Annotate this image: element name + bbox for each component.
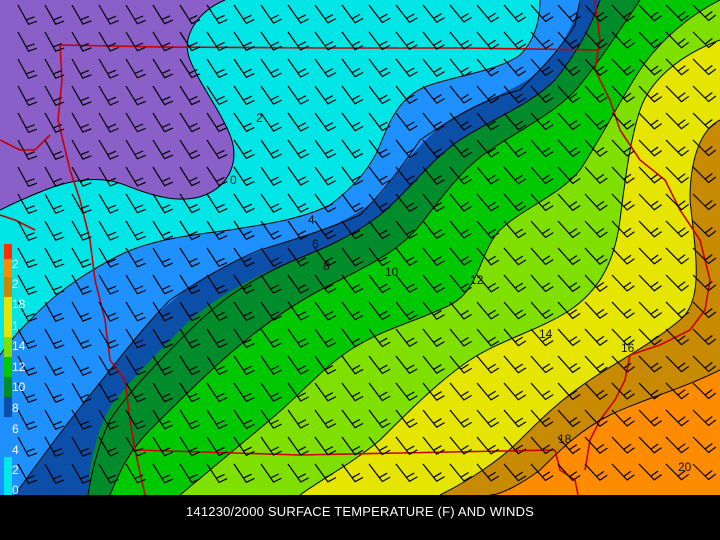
contour-label-10: 10 [385,265,399,279]
legend-label-h: 8 [12,401,19,415]
contour-label-14: 14 [539,327,553,341]
legend-label-d: 1 [12,319,19,333]
legend-label-b: 2 [12,277,19,291]
legend-label-k: 2 [12,463,19,477]
contour-label-0: 0 [230,173,237,187]
contour-label-8: 8 [323,259,330,273]
legend-label-a: 2 [12,257,19,271]
legend-label-j: 4 [12,443,19,457]
contour-label-6: 6 [312,237,319,251]
map-caption: 141230/2000 SURFACE TEMPERATURE (F) AND … [0,495,720,540]
legend-label-c: 18 [12,297,26,311]
contour-label-2: 2 [256,111,263,125]
contour-label-16: 16 [621,341,635,355]
contour-label-18: 18 [558,432,572,446]
legend-label-i: 6 [12,422,19,436]
legend-label-e: 14 [12,339,26,353]
legend-label-f: 12 [12,360,26,374]
contour-label-20: 20 [678,460,692,474]
legend-label-g: 10 [12,380,26,394]
contour-label-12: 12 [470,273,484,287]
contour-label-4: 4 [308,213,315,227]
temperature-map: 2 0 4 6 8 10 12 14 16 18 20 2 2 18 1 14 … [0,0,720,495]
legend-label-l: 0 [12,483,19,495]
